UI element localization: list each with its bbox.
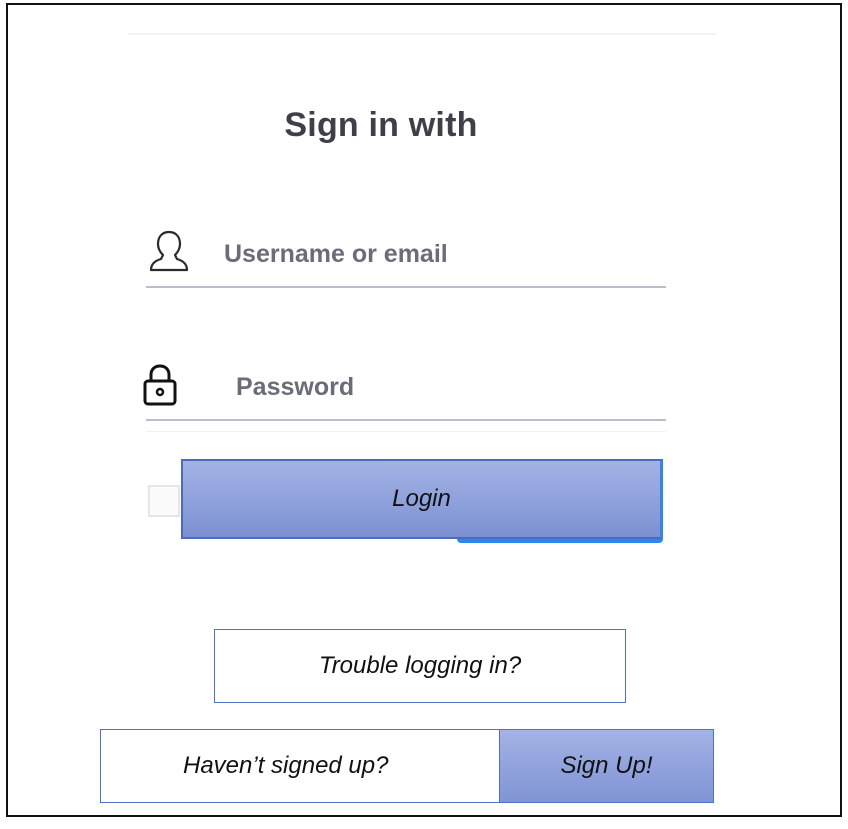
sign-up-button[interactable]: Sign Up! bbox=[499, 729, 714, 803]
login-button-label: Login bbox=[392, 485, 451, 512]
login-frame: Sign in with Login Trouble logging in? H… bbox=[6, 3, 842, 817]
trouble-logging-in-label: Trouble logging in? bbox=[318, 652, 522, 679]
login-button[interactable]: Login bbox=[181, 459, 663, 539]
username-field bbox=[146, 226, 666, 288]
trouble-logging-in-button[interactable]: Trouble logging in? bbox=[214, 629, 626, 703]
lock-icon bbox=[143, 364, 177, 406]
remember-checkbox[interactable] bbox=[148, 485, 180, 517]
username-input[interactable] bbox=[224, 234, 644, 274]
signup-prompt-text: Haven’t signed up? bbox=[183, 752, 389, 779]
page-title: Sign in with bbox=[284, 106, 478, 144]
password-input[interactable] bbox=[236, 367, 656, 407]
divider bbox=[146, 431, 666, 432]
user-icon bbox=[149, 230, 189, 272]
signup-prompt-box: Haven’t signed up? bbox=[100, 729, 511, 803]
top-divider bbox=[128, 33, 716, 35]
password-field bbox=[143, 359, 666, 421]
sign-up-button-label: Sign Up! bbox=[560, 752, 653, 779]
